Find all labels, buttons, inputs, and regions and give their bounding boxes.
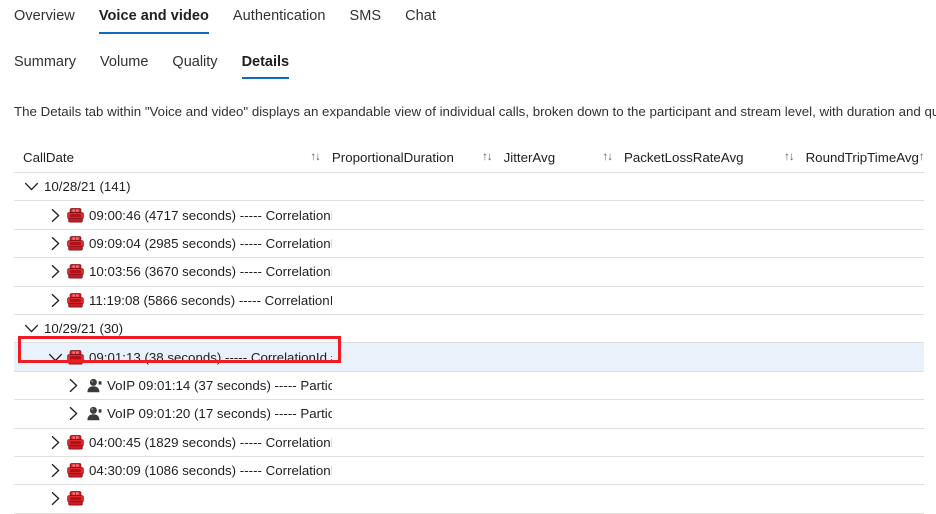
primary-tab-bar: Overview Voice and video Authentication SMS… (0, 0, 936, 34)
sort-updown-icon[interactable]: ↑↓ (603, 151, 625, 163)
phone-icon (67, 264, 84, 279)
chevron-right-icon[interactable] (47, 264, 63, 280)
row-label: 11:19:08 (5866 seconds) ----- Correlatio… (89, 292, 333, 308)
table-body: 10/28/21 (141) 09:00:46 (4717 seconds) --… (14, 173, 924, 514)
row-label: VoIP 09:01:14 (37 seconds) ----- Partici… (107, 377, 333, 393)
table-row[interactable]: 11:19:08 (5866 seconds) ----- Correlatio… (14, 287, 924, 315)
row-label: 09:00:46 (4717 seconds) ----- Correlatio… (89, 207, 332, 223)
phone-icon (67, 292, 84, 308)
primary-tab-authentication[interactable]: Authentication (222, 6, 337, 34)
column-header-label: CallDate (23, 149, 74, 165)
column-header-label: RoundTripTimeAvg (805, 149, 919, 165)
call-entry-cell: 10/29/21 (30) (14, 321, 332, 337)
table-row[interactable]: 09:01:13 (38 seconds) ----- CorrelationI… (14, 343, 924, 372)
sort-updown-icon[interactable]: ↑↓ (310, 151, 332, 163)
sort-updown-icon[interactable]: ↑↓ (784, 151, 806, 163)
details-page: Overview Voice and video Authentication SMS… (0, 0, 936, 514)
column-header-label: JitterAvg (503, 149, 556, 165)
column-header-calldate[interactable]: CallDate ↑↓ (14, 150, 332, 165)
call-entry-cell: 10/28/21 (141) (14, 179, 332, 195)
call-entry-cell: 09:09:04 (2985 seconds) ----- Correlatio… (14, 235, 332, 251)
call-entry-cell: 09:01:13 (38 seconds) ----- CorrelationI… (14, 349, 332, 365)
table-row[interactable]: 09:00:46 (4717 seconds) ----- Correlatio… (14, 201, 924, 230)
column-header-label: PacketLossRateAvg (624, 149, 744, 165)
phone-icon (67, 349, 84, 365)
chevron-right-icon[interactable] (47, 491, 63, 507)
chevron-down-icon[interactable] (23, 179, 39, 195)
primary-tab-chat[interactable]: Chat (394, 6, 447, 34)
table-row[interactable]: VoIP 09:01:14 (37 seconds) ----- Partici… (14, 372, 924, 401)
chevron-right-icon[interactable] (47, 207, 63, 223)
table-header-row: CallDate ↑↓ ProportionalDuration ↑↓ JitterAv… (14, 142, 924, 173)
secondary-tab-label: Quality (172, 54, 218, 70)
row-label: 04:30:09 (1086 seconds) ----- Correlatio… (89, 463, 332, 479)
table-row[interactable]: 04:30:09 (1086 seconds) ----- Correlatio… (14, 457, 924, 486)
secondary-tab-volume[interactable]: Volume (88, 52, 160, 79)
table-row[interactable]: 10/28/21 (141) (14, 173, 924, 202)
sort-updown-icon[interactable]: ↑↓ (482, 151, 504, 163)
row-label: 10/29/21 (30) (44, 321, 124, 337)
table-row[interactable]: 10:03:56 (3670 seconds) ----- Correlatio… (14, 258, 924, 287)
secondary-tab-label: Volume (100, 54, 149, 70)
table-row[interactable] (14, 485, 924, 514)
primary-tab-voice-and-video[interactable]: Voice and video (88, 6, 220, 34)
phone-icon (67, 463, 84, 478)
column-header-jitteravg[interactable]: JitterAvg ↑↓ (504, 150, 624, 165)
call-entry-cell: 04:00:45 (1829 seconds) ----- Correlatio… (14, 434, 332, 450)
row-label: 10/28/21 (141) (44, 179, 131, 195)
chevron-right-icon[interactable] (47, 292, 63, 308)
call-entry-cell: VoIP 09:01:14 (37 seconds) ----- Partici… (14, 377, 332, 393)
chevron-down-icon[interactable] (23, 321, 39, 337)
secondary-tab-summary[interactable]: Summary (14, 52, 88, 79)
participant-icon (86, 406, 102, 421)
table-row[interactable]: VoIP 09:01:20 (17 seconds) ----- Partici… (14, 400, 924, 429)
phone-icon (67, 434, 84, 450)
phone-icon (67, 207, 84, 223)
calls-table: CallDate ↑↓ ProportionalDuration ↑↓ JitterAv… (0, 142, 936, 514)
chevron-right-icon[interactable] (47, 434, 63, 450)
primary-tab-label: Authentication (232, 8, 326, 24)
row-label: 09:09:04 (2985 seconds) ----- Correlatio… (89, 235, 332, 251)
secondary-tab-bar: Summary Volume Quality Details (0, 52, 936, 82)
column-header-proportionalduration[interactable]: ProportionalDuration ↑↓ (332, 150, 504, 165)
primary-tab-label: Overview (14, 8, 75, 24)
column-header-packetlossrateavg[interactable]: PacketLossRateAvg ↑↓ (624, 150, 806, 165)
chevron-down-icon[interactable] (47, 349, 63, 365)
row-label: 10:03:56 (3670 seconds) ----- Correlatio… (89, 264, 332, 280)
call-entry-cell (14, 491, 332, 507)
phone-icon (67, 491, 84, 506)
row-label: 04:00:45 (1829 seconds) ----- Correlatio… (89, 434, 332, 450)
phone-icon (67, 236, 84, 251)
row-label: 09:01:13 (38 seconds) ----- CorrelationI… (89, 349, 332, 365)
primary-tab-label: SMS (349, 8, 382, 24)
chevron-right-icon[interactable] (65, 406, 81, 422)
chevron-right-icon[interactable] (47, 235, 63, 251)
column-header-roundtriptimeavg[interactable]: RoundTripTimeAvg↑↓ (806, 150, 924, 165)
secondary-tab-label: Details (241, 54, 290, 70)
table-row[interactable]: 09:09:04 (2985 seconds) ----- Correlatio… (14, 230, 924, 259)
participant-icon (86, 378, 102, 393)
sort-updown-icon[interactable]: ↑↓ (919, 151, 924, 163)
table-row[interactable]: 04:00:45 (1829 seconds) ----- Correlatio… (14, 429, 924, 457)
primary-tab-label: Voice and video (98, 8, 209, 24)
secondary-tab-label: Summary (14, 54, 77, 70)
call-entry-cell: VoIP 09:01:20 (17 seconds) ----- Partici… (14, 406, 332, 422)
chevron-right-icon[interactable] (65, 377, 81, 393)
call-entry-cell: 10:03:56 (3670 seconds) ----- Correlatio… (14, 264, 332, 280)
call-entry-cell: 09:00:46 (4717 seconds) ----- Correlatio… (14, 207, 332, 223)
primary-tab-label: Chat (405, 8, 436, 24)
row-label: VoIP 09:01:20 (17 seconds) ----- Partici… (107, 406, 333, 422)
details-description: The Details tab within "Voice and video"… (14, 104, 936, 119)
secondary-tab-details[interactable]: Details (230, 52, 302, 79)
call-entry-cell: 11:19:08 (5866 seconds) ----- Correlatio… (14, 292, 332, 308)
chevron-right-icon[interactable] (47, 463, 63, 479)
primary-tab-sms[interactable]: SMS (339, 6, 393, 34)
primary-tab-overview[interactable]: Overview (14, 6, 86, 34)
table-row[interactable]: 10/29/21 (30) (14, 315, 924, 344)
secondary-tab-quality[interactable]: Quality (160, 52, 229, 79)
column-header-label: ProportionalDuration (331, 149, 454, 165)
call-entry-cell: 04:30:09 (1086 seconds) ----- Correlatio… (14, 463, 332, 479)
